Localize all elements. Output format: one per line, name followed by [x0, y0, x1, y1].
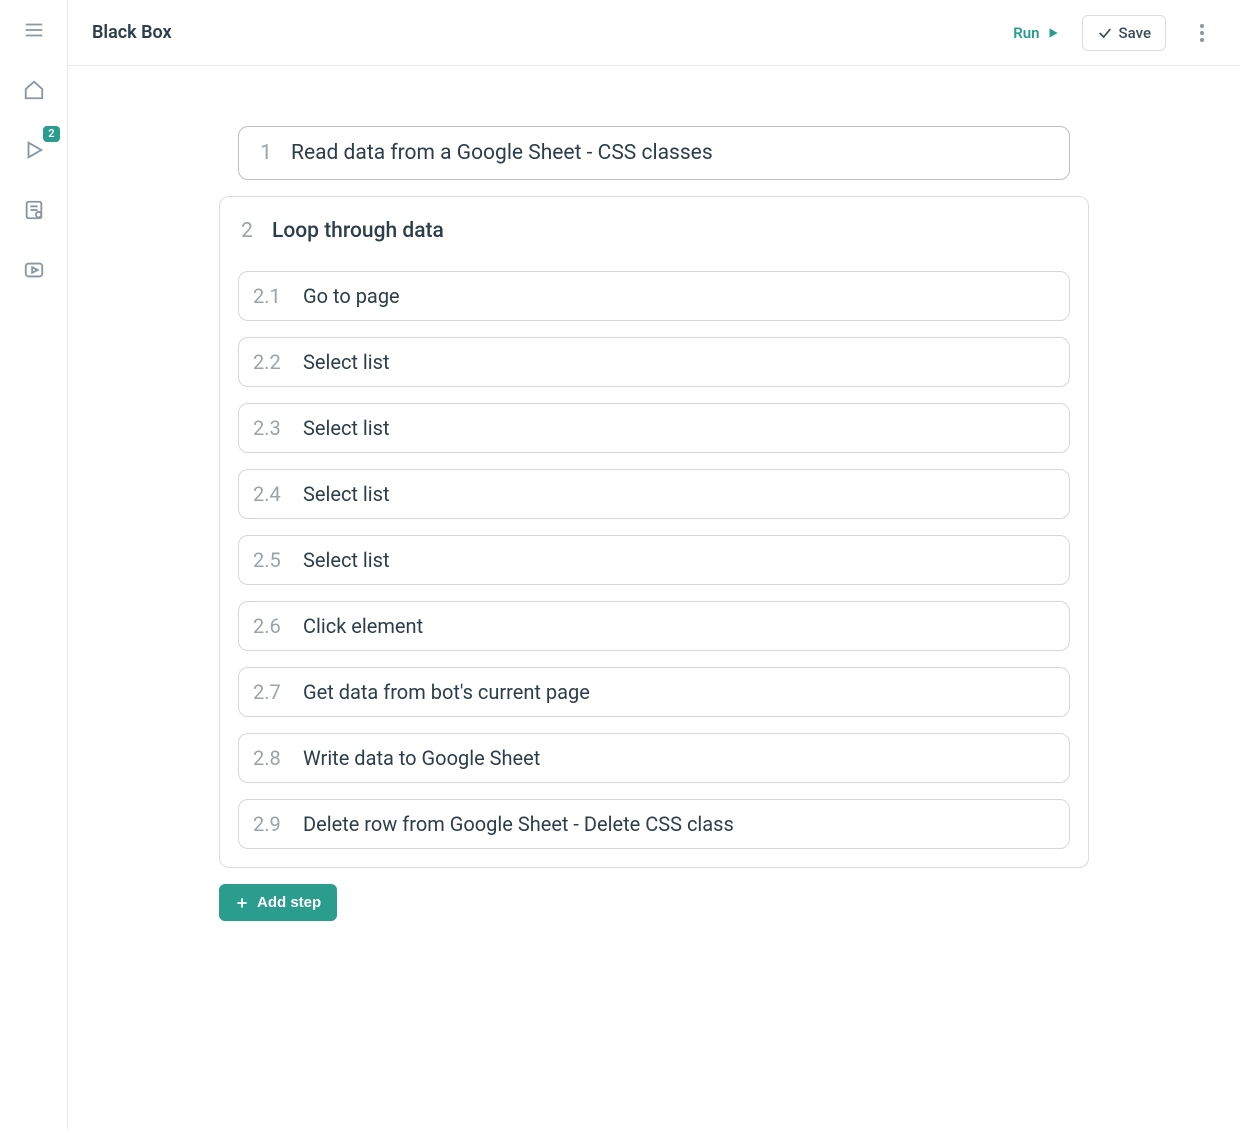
substep-card[interactable]: 2.9 Delete row from Google Sheet - Delet… [238, 799, 1070, 849]
substep-card[interactable]: 2.4 Select list [238, 469, 1070, 519]
substep-label: Go to page [303, 284, 400, 308]
substep-number: 2.9 [253, 812, 283, 836]
video-icon[interactable] [20, 256, 48, 284]
add-step-button[interactable]: Add step [219, 884, 337, 921]
sidebar: 2 [0, 0, 68, 1129]
step-number: 2 [240, 219, 254, 243]
loop-card: 2 Loop through data 2.1 Go to page 2.2 S… [219, 196, 1089, 868]
page-title: Black Box [92, 22, 172, 43]
step-card[interactable]: 2 Loop through data [238, 217, 1070, 255]
substep-number: 2.7 [253, 680, 283, 704]
main: Black Box Run Save 1 Read data from a Go… [68, 0, 1240, 1129]
substep-number: 2.1 [253, 284, 283, 308]
substep-card[interactable]: 2.7 Get data from bot's current page [238, 667, 1070, 717]
step-number: 1 [259, 141, 273, 165]
check-icon [1097, 25, 1113, 41]
substep-card[interactable]: 2.8 Write data to Google Sheet [238, 733, 1070, 783]
runs-badge: 2 [43, 126, 59, 142]
step-label: Read data from a Google Sheet - CSS clas… [291, 141, 713, 165]
topbar: Black Box Run Save [68, 0, 1240, 66]
substep-card[interactable]: 2.2 Select list [238, 337, 1070, 387]
substep-number: 2.4 [253, 482, 283, 506]
substep-label: Select list [303, 482, 390, 506]
substep-label: Select list [303, 416, 390, 440]
substep-number: 2.2 [253, 350, 283, 374]
substep-label: Delete row from Google Sheet - Delete CS… [303, 812, 734, 836]
substep-card[interactable]: 2.3 Select list [238, 403, 1070, 453]
content: 1 Read data from a Google Sheet - CSS cl… [68, 66, 1240, 1129]
step-card[interactable]: 1 Read data from a Google Sheet - CSS cl… [238, 126, 1070, 180]
logs-icon[interactable] [20, 196, 48, 224]
substep-card[interactable]: 2.5 Select list [238, 535, 1070, 585]
runs-icon[interactable]: 2 [20, 136, 48, 164]
substep-card[interactable]: 2.6 Click element [238, 601, 1070, 651]
step-label: Loop through data [272, 219, 444, 243]
substep-number: 2.5 [253, 548, 283, 572]
plus-icon [235, 896, 249, 910]
substep-number: 2.3 [253, 416, 283, 440]
run-button[interactable]: Run [1003, 16, 1069, 50]
add-step-label: Add step [257, 894, 321, 911]
substep-label: Select list [303, 350, 390, 374]
substep-number: 2.6 [253, 614, 283, 638]
save-button[interactable]: Save [1082, 15, 1166, 51]
run-label: Run [1013, 24, 1039, 42]
home-icon[interactable] [20, 76, 48, 104]
play-icon [1046, 26, 1060, 40]
substep-number: 2.8 [253, 746, 283, 770]
substep-label: Select list [303, 548, 390, 572]
substep-label: Write data to Google Sheet [303, 746, 540, 770]
substep-label: Get data from bot's current page [303, 680, 590, 704]
save-label: Save [1119, 24, 1151, 42]
more-menu-button[interactable] [1188, 19, 1216, 47]
menu-icon[interactable] [20, 16, 48, 44]
substep-label: Click element [303, 614, 423, 638]
substep-card[interactable]: 2.1 Go to page [238, 271, 1070, 321]
